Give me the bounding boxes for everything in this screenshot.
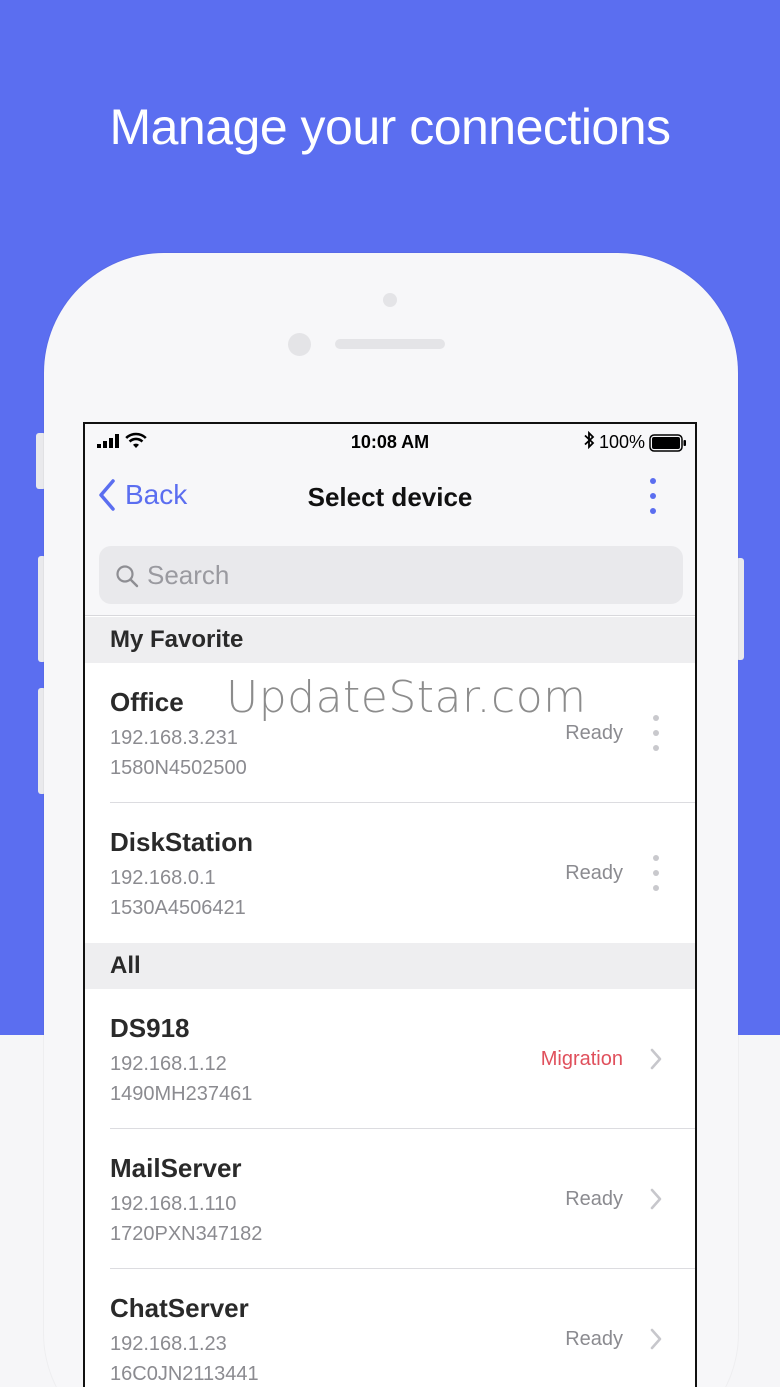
kebab-icon-dot <box>653 870 659 876</box>
device-ip: 192.168.1.12 <box>110 1053 227 1075</box>
search-area <box>85 536 695 616</box>
search-box[interactable] <box>99 546 683 604</box>
bluetooth-icon <box>583 430 595 454</box>
more-icon-dot <box>650 508 656 514</box>
device-menu-button[interactable] <box>651 715 661 751</box>
search-icon <box>116 565 139 588</box>
device-status: Ready <box>565 1328 623 1350</box>
kebab-icon-dot <box>653 715 659 721</box>
headline: Manage your connections <box>109 99 671 155</box>
device-name: DiskStation <box>110 827 254 857</box>
more-icon-dot <box>650 493 656 499</box>
device-serial: 16C0JN2113441 <box>110 1363 259 1385</box>
device-status: Ready <box>565 722 623 744</box>
more-options-button[interactable] <box>645 478 661 514</box>
device-row[interactable]: ChatServer 192.168.1.23 16C0JN2113441 Re… <box>85 1269 695 1387</box>
device-status: Ready <box>565 1188 623 1210</box>
phone-front-camera <box>288 333 311 356</box>
more-icon-dot <box>650 478 656 484</box>
device-name: Office <box>110 687 184 717</box>
watermark: UpdateStar.com <box>226 672 587 723</box>
battery-icon <box>649 433 686 452</box>
chevron-right-icon <box>650 1328 662 1350</box>
kebab-icon-dot <box>653 855 659 861</box>
status-bar: 10:08 AM 100% <box>85 424 695 460</box>
navigation-bar: Back Select device <box>85 460 695 536</box>
device-menu-button[interactable] <box>651 855 661 891</box>
device-serial: 1720PXN347182 <box>110 1223 263 1245</box>
search-input[interactable] <box>147 546 667 604</box>
section-header-all: All <box>85 943 695 989</box>
device-name: MailServer <box>110 1153 242 1183</box>
device-status: Ready <box>565 862 623 884</box>
chevron-right-icon <box>650 1048 662 1070</box>
kebab-icon-dot <box>653 745 659 751</box>
phone-sensor <box>383 293 397 307</box>
device-ip: 192.168.3.231 <box>110 727 238 749</box>
device-ip: 192.168.1.23 <box>110 1333 227 1355</box>
kebab-icon-dot <box>653 885 659 891</box>
device-name: DS918 <box>110 1013 190 1043</box>
device-name: ChatServer <box>110 1293 249 1323</box>
device-row[interactable]: DS918 192.168.1.12 1490MH237461 Migratio… <box>85 989 695 1129</box>
device-ip: 192.168.1.110 <box>110 1193 237 1215</box>
device-row[interactable]: MailServer 192.168.1.110 1720PXN347182 R… <box>85 1129 695 1269</box>
battery-percentage: 100% <box>598 432 645 452</box>
phone-speaker <box>335 339 445 349</box>
device-serial: 1490MH237461 <box>110 1083 253 1105</box>
device-serial: 1580N4502500 <box>110 757 247 779</box>
page-title: Select device <box>307 482 473 512</box>
device-status: Migration <box>540 1048 623 1070</box>
phone-screen: 10:08 AM 100% Back Select device Search … <box>83 422 697 1387</box>
battery-indicator: 100% <box>583 430 687 454</box>
section-header-favorite: My Favorite <box>85 617 695 663</box>
device-ip: 192.168.0.1 <box>110 867 216 889</box>
chevron-right-icon <box>650 1188 662 1210</box>
kebab-icon-dot <box>653 730 659 736</box>
device-serial: 1530A4506421 <box>110 897 246 919</box>
device-row[interactable]: DiskStation 192.168.0.1 1530A4506421 Rea… <box>85 803 695 943</box>
